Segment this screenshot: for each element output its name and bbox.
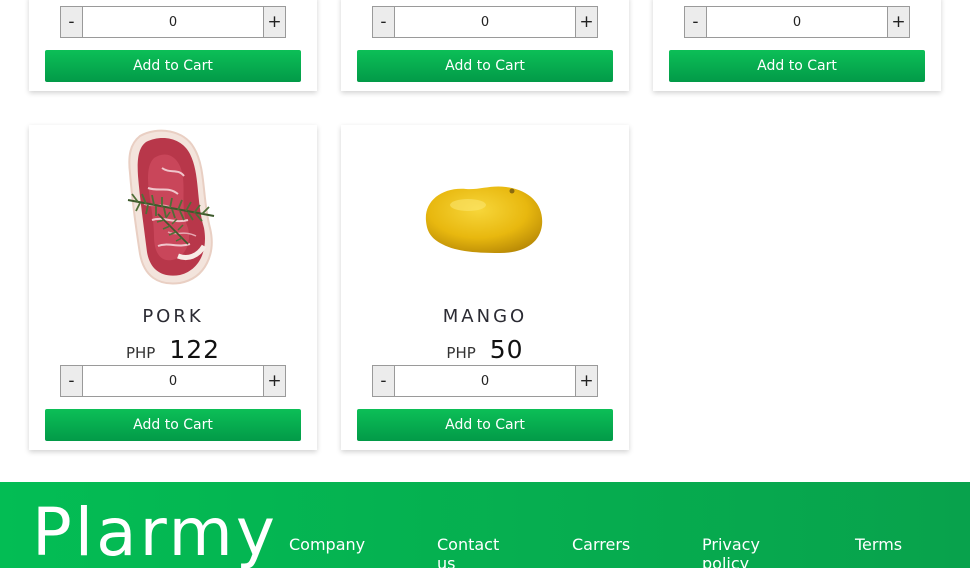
product-name: PORK xyxy=(142,306,204,327)
quantity-input[interactable] xyxy=(395,366,575,396)
quantity-input[interactable] xyxy=(83,7,263,37)
product-name: MANGO xyxy=(442,306,528,327)
decrement-button[interactable]: - xyxy=(685,7,707,37)
product-card: - + Add to Cart xyxy=(29,0,317,91)
quantity-stepper: - + xyxy=(372,365,598,397)
product-image xyxy=(29,125,317,290)
quantity-stepper: - + xyxy=(60,6,286,38)
increment-button[interactable]: + xyxy=(887,7,909,37)
decrement-button[interactable]: - xyxy=(61,366,83,396)
add-to-cart-button[interactable]: Add to Cart xyxy=(45,50,301,82)
increment-button[interactable]: + xyxy=(263,366,285,396)
price-currency: PHP xyxy=(446,344,476,362)
footer-link-terms[interactable]: Terms xyxy=(855,535,935,554)
price-value: 50 xyxy=(489,335,524,364)
product-card: - + Add to Cart xyxy=(653,0,941,91)
product-card-mango: MANGO PHP 50 - + Add to Cart xyxy=(341,125,629,450)
price-value: 122 xyxy=(169,335,221,364)
quantity-input[interactable] xyxy=(395,7,575,37)
decrement-button[interactable]: - xyxy=(373,7,395,37)
increment-button[interactable]: + xyxy=(575,366,597,396)
product-price: PHP 50 xyxy=(341,335,629,364)
product-price: PHP 122 xyxy=(29,335,317,364)
increment-button[interactable]: + xyxy=(263,7,285,37)
price-currency: PHP xyxy=(125,344,156,362)
mango-image xyxy=(425,186,543,253)
product-card: - + Add to Cart xyxy=(341,0,629,91)
quantity-stepper: - + xyxy=(372,6,598,38)
footer-link-company[interactable]: Company xyxy=(289,535,389,554)
add-to-cart-button[interactable]: Add to Cart xyxy=(357,50,613,82)
quantity-stepper: - + xyxy=(684,6,910,38)
footer-link-careers[interactable]: Carrers xyxy=(572,535,662,554)
footer-link-privacy[interactable]: Privacy policy xyxy=(702,535,774,568)
quantity-input[interactable] xyxy=(707,7,887,37)
quantity-stepper: - + xyxy=(60,365,286,397)
increment-button[interactable]: + xyxy=(575,7,597,37)
footer-brand-logo[interactable]: Plarmy xyxy=(32,500,278,566)
add-to-cart-button[interactable]: Add to Cart xyxy=(669,50,925,82)
decrement-button[interactable]: - xyxy=(61,7,83,37)
product-image xyxy=(341,125,629,290)
product-card-pork: PORK PHP 122 - + Add to Cart xyxy=(29,125,317,450)
site-footer: Plarmy Company Contact us Carrers Privac… xyxy=(0,482,970,568)
quantity-input[interactable] xyxy=(83,366,263,396)
pork-steak-image xyxy=(127,129,215,285)
add-to-cart-button[interactable]: Add to Cart xyxy=(357,409,613,441)
footer-link-contact[interactable]: Contact us xyxy=(437,535,509,568)
add-to-cart-button[interactable]: Add to Cart xyxy=(45,409,301,441)
decrement-button[interactable]: - xyxy=(373,366,395,396)
